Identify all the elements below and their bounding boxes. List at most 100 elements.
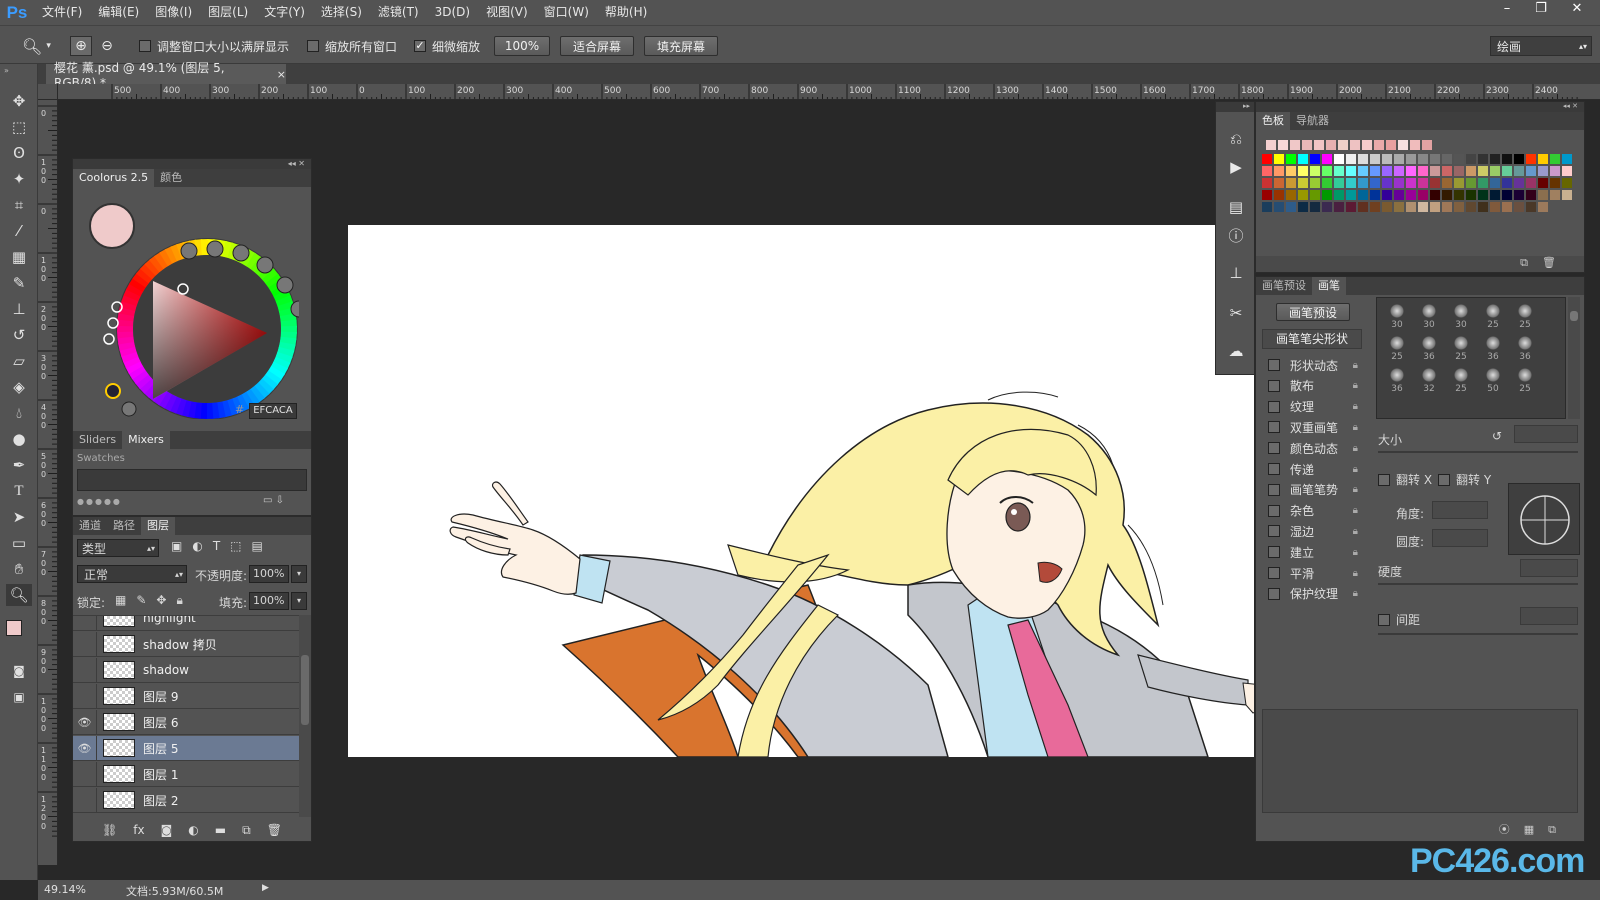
lock-icon[interactable]: 🔒︎ <box>1353 422 1358 433</box>
swatch[interactable] <box>1478 190 1488 200</box>
layer-thumbnail[interactable] <box>103 661 135 679</box>
layer-name[interactable]: shadow <box>143 663 189 677</box>
minimize-button[interactable]: – <box>1490 0 1524 20</box>
swatch[interactable] <box>1490 166 1500 176</box>
swatch[interactable] <box>1526 202 1536 212</box>
brush-option-checkbox[interactable] <box>1268 567 1280 579</box>
brush-tip[interactable]: 25 <box>1447 334 1475 368</box>
swatch[interactable] <box>1322 178 1332 188</box>
shape-filter-icon[interactable]: ⬚ <box>230 539 241 557</box>
swatch[interactable] <box>1466 154 1476 164</box>
swatch[interactable] <box>1410 140 1420 150</box>
zoom-out-icon[interactable]: ⊖ <box>96 36 118 56</box>
quick-mask-icon[interactable]: ◙ <box>6 660 32 682</box>
size-slider[interactable] <box>1378 451 1578 453</box>
brush-option-checkbox[interactable] <box>1268 525 1280 538</box>
lock-icon[interactable]: 🔒︎ <box>1353 505 1358 516</box>
tool-presets-icon[interactable]: ✂ <box>1222 300 1250 326</box>
swatch[interactable] <box>1478 178 1488 188</box>
properties-icon[interactable]: ▤ <box>1222 194 1250 220</box>
brush-option-row[interactable]: 形状动态 🔒︎ <box>1264 355 1364 375</box>
brush-tip[interactable]: 50 <box>1479 366 1507 400</box>
blur-tool-icon[interactable]: 💧︎ <box>6 402 32 424</box>
swatch[interactable] <box>1310 178 1320 188</box>
swatch[interactable] <box>1370 202 1380 212</box>
menu-type[interactable]: 文字(Y) <box>256 0 313 25</box>
lock-icon[interactable]: 🔒︎ <box>1353 568 1358 579</box>
folder-icon[interactable]: ▭ ⇩ <box>263 495 284 506</box>
swatch[interactable] <box>1334 166 1344 176</box>
tab-channels[interactable]: 通道 <box>73 517 107 535</box>
swatch[interactable] <box>1490 178 1500 188</box>
swatch[interactable] <box>1262 202 1272 212</box>
foreground-color-swatch[interactable] <box>6 620 22 636</box>
brush-tip-grid[interactable]: 30 30 30 25 25 25 36 25 36 36 36 32 25 50 25 <box>1376 297 1566 419</box>
swatch[interactable] <box>1418 154 1428 164</box>
grid-icon[interactable]: ▦ <box>1524 823 1548 836</box>
screen-mode-icon[interactable]: ▣ <box>6 686 32 708</box>
eraser-tool-icon[interactable]: ▱ <box>6 350 32 372</box>
fit-screen-button[interactable]: 适合屏幕 <box>560 36 634 56</box>
layer-row[interactable]: shadow <box>73 657 299 683</box>
restore-button[interactable]: ❐ <box>1524 0 1558 20</box>
swatch[interactable] <box>1274 178 1284 188</box>
visibility-eye-icon[interactable] <box>73 631 97 657</box>
tab-navigator[interactable]: 导航器 <box>1290 112 1335 130</box>
swatch[interactable] <box>1430 178 1440 188</box>
layer-thumbnail[interactable] <box>103 791 135 809</box>
color-wheel[interactable] <box>89 209 299 419</box>
hand-tool-icon[interactable]: ✋︎ <box>6 558 32 580</box>
scrubby-zoom-checkbox[interactable]: ✓ <box>414 40 426 52</box>
brush-presets-button[interactable]: 画笔预设 <box>1276 303 1350 321</box>
layer-row[interactable]: 图层 1 <box>73 761 299 787</box>
swatch[interactable] <box>1274 166 1284 176</box>
brush-tip[interactable]: 30 <box>1415 302 1443 336</box>
fx-icon[interactable]: fx <box>133 823 144 837</box>
menu-file[interactable]: 文件(F) <box>34 0 90 25</box>
swatch[interactable] <box>1274 202 1284 212</box>
flip-y-checkbox[interactable] <box>1438 473 1450 486</box>
dodge-tool-icon[interactable]: ● <box>6 428 32 450</box>
visibility-eye-icon[interactable] <box>73 657 97 683</box>
menu-help[interactable]: 帮助(H) <box>597 0 655 25</box>
new-preset-icon[interactable]: ⧉ <box>1548 823 1570 836</box>
swatch[interactable] <box>1394 154 1404 164</box>
layer-name[interactable]: highlight <box>143 616 196 625</box>
visibility-eye-icon[interactable] <box>73 761 97 787</box>
brush-option-checkbox[interactable] <box>1268 483 1280 496</box>
swatch[interactable] <box>1478 154 1488 164</box>
swatch[interactable] <box>1478 202 1488 212</box>
flip-x-checkbox[interactable] <box>1378 473 1390 486</box>
angle-roundness-widget[interactable] <box>1508 483 1580 555</box>
brush-tip[interactable]: 36 <box>1479 334 1507 368</box>
swatch[interactable] <box>1454 202 1464 212</box>
brush-option-row[interactable]: 传递 🔒︎ <box>1264 459 1364 479</box>
brush-option-row[interactable]: 颜色动态 🔒︎ <box>1264 438 1364 458</box>
tab-color[interactable]: 颜色 <box>154 169 188 187</box>
brush-tip[interactable]: 25 <box>1511 302 1539 336</box>
layer-name[interactable]: 图层 1 <box>143 766 178 783</box>
mask-icon[interactable]: ◙ <box>161 823 173 837</box>
swatch[interactable] <box>1394 202 1404 212</box>
swatch[interactable] <box>1262 166 1272 176</box>
eyedropper-tool-icon[interactable]: ⁄ <box>6 220 32 242</box>
lock-icon[interactable]: 🔒︎ <box>1353 380 1358 391</box>
swatch[interactable] <box>1286 154 1296 164</box>
swatch[interactable] <box>1310 202 1320 212</box>
zoom-level[interactable]: 49.14% <box>44 883 86 896</box>
swatch[interactable] <box>1382 202 1392 212</box>
swatch[interactable] <box>1454 190 1464 200</box>
swatch[interactable] <box>1478 166 1488 176</box>
swatch[interactable] <box>1550 178 1560 188</box>
layer-row[interactable]: 图层 2 <box>73 787 299 813</box>
swatch[interactable] <box>1562 178 1572 188</box>
swatch[interactable] <box>1526 166 1536 176</box>
panel-header-controls[interactable]: ◂◂ ✕ <box>1256 102 1584 112</box>
lock-icon[interactable]: 🔒︎ <box>1353 401 1358 412</box>
swatch[interactable] <box>1350 140 1360 150</box>
menu-select[interactable]: 选择(S) <box>313 0 370 25</box>
spacing-input[interactable] <box>1520 607 1578 625</box>
fill-screen-button[interactable]: 填充屏幕 <box>644 36 718 56</box>
swatch[interactable] <box>1346 178 1356 188</box>
trash-icon[interactable]: 🗑︎ <box>267 823 282 837</box>
